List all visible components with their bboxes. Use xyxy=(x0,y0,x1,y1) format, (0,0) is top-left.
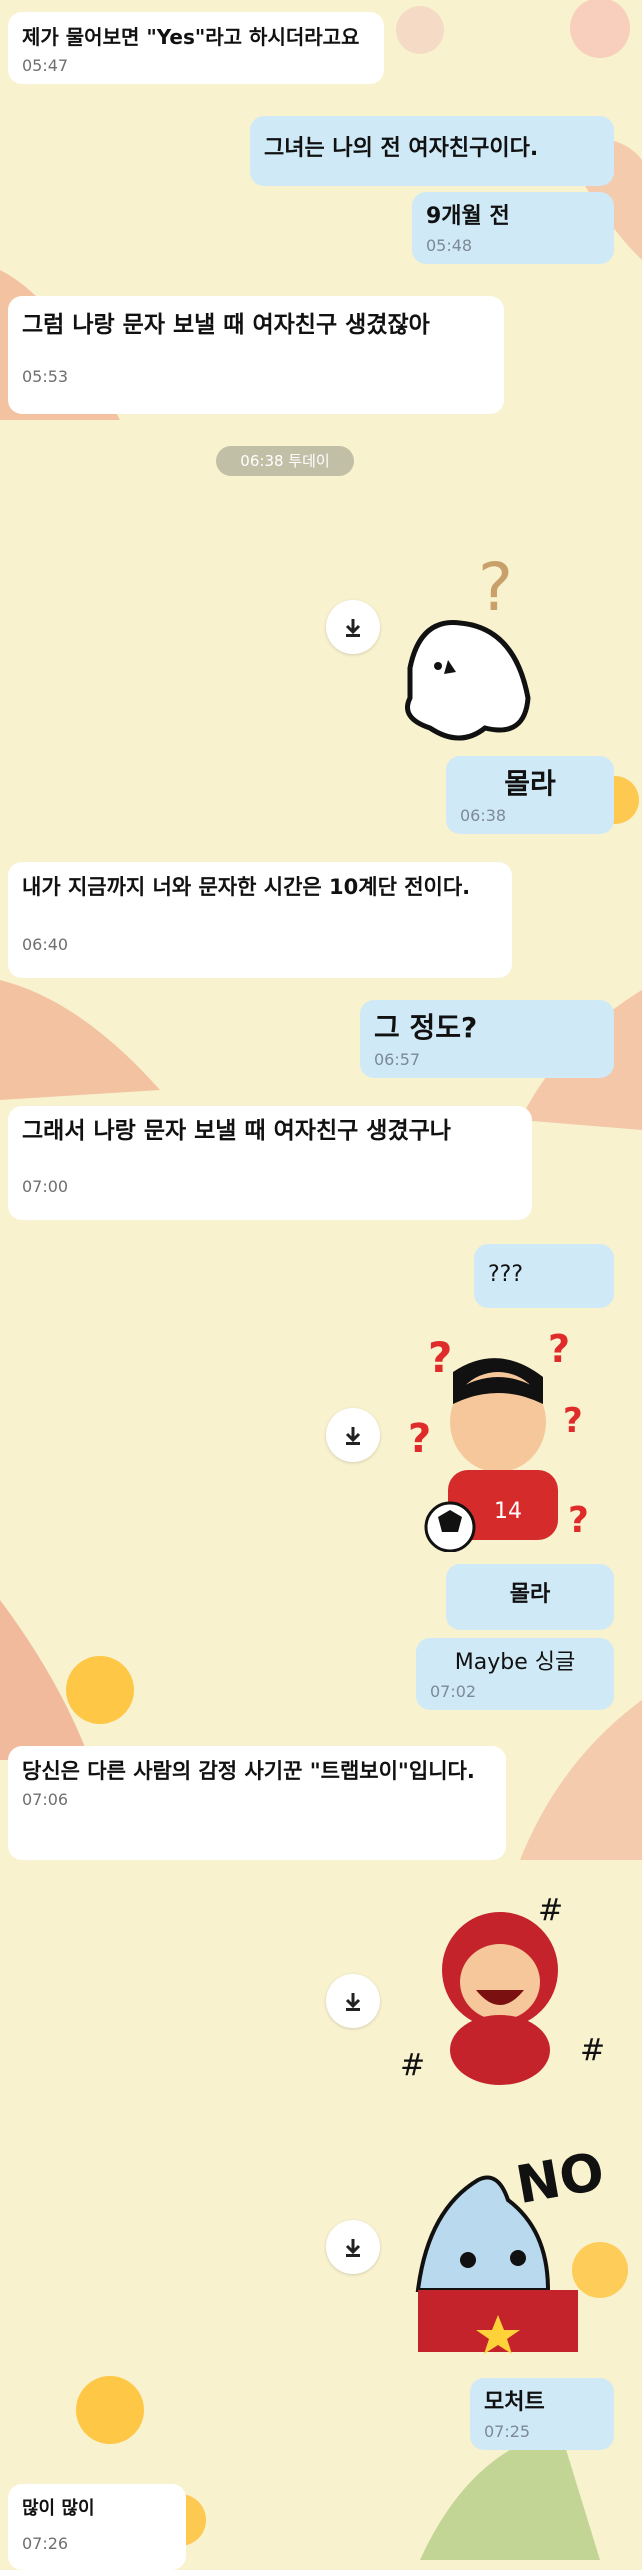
message-bubble-12[interactable]: 당신은 다른 사람의 감정 사기꾼 "트랩보이"입니다. 07:06 xyxy=(8,1746,506,1860)
message-text: 그럼 나랑 문자 보낼 때 여자친구 생겼잖아 xyxy=(22,312,430,338)
svg-text:?: ? xyxy=(568,1500,589,1541)
download-button[interactable] xyxy=(326,1408,380,1462)
message-bubble-6[interactable]: 내가 지금까지 너와 문자한 시간은 10계단 전이다. 06:40 xyxy=(8,862,512,978)
svg-text:#: # xyxy=(580,2033,605,2068)
boy-sticker[interactable]: ? ? ? ? ? 14 xyxy=(398,1322,598,1552)
message-text: 9개월 전 xyxy=(426,204,510,229)
svg-text:#: # xyxy=(400,2048,425,2083)
message-bubble-11[interactable]: Maybe 싱글 07:02 xyxy=(416,1638,614,1710)
message-text: 몰라 xyxy=(509,1582,551,1607)
message-text: ??? xyxy=(488,1262,524,1287)
message-time: 05:53 xyxy=(22,367,69,386)
message-text: 몰라 xyxy=(504,767,556,800)
message-time: 06:38 xyxy=(460,806,507,825)
message-text: Maybe 싱글 xyxy=(454,1650,576,1675)
message-time: 07:06 xyxy=(22,1790,69,1809)
shark-sticker[interactable]: NO xyxy=(398,2140,618,2360)
laughing-sticker[interactable]: # # # xyxy=(390,1890,610,2090)
message-text: 많이 많이 xyxy=(22,2498,95,2519)
message-time: 06:57 xyxy=(374,1050,421,1069)
message-text: 당신은 다른 사람의 감정 사기꾼 "트랩보이"입니다. xyxy=(22,1759,475,1783)
message-bubble-13[interactable]: 모처트 07:25 xyxy=(470,2378,614,2450)
download-icon xyxy=(345,2239,361,2257)
message-bubble-5[interactable]: 몰라 06:38 xyxy=(446,756,614,834)
message-bubble-8[interactable]: 그래서 나랑 문자 보낼 때 여자친구 생겼구나 07:00 xyxy=(8,1106,532,1220)
message-bubble-10[interactable]: 몰라 xyxy=(446,1564,614,1630)
svg-text:#: # xyxy=(538,1893,563,1928)
message-bubble-2[interactable]: 그녀는 나의 전 여자친구이다. xyxy=(250,116,614,186)
svg-text:?: ? xyxy=(408,1416,431,1462)
svg-text:?: ? xyxy=(478,549,513,626)
message-bubble-9[interactable]: ??? xyxy=(474,1244,614,1308)
message-bubble-14[interactable]: 많이 많이 07:26 xyxy=(8,2484,186,2570)
download-icon xyxy=(345,1993,361,2011)
svg-text:?: ? xyxy=(563,1401,583,1441)
message-text: 제가 물어보면 "Yes"라고 하시더라고요 xyxy=(22,25,360,49)
download-button[interactable] xyxy=(326,600,380,654)
ghost-sticker[interactable]: ? xyxy=(390,548,540,748)
message-text: 그래서 나랑 문자 보낼 때 여자친구 생겼구나 xyxy=(22,1118,451,1144)
message-time: 07:25 xyxy=(484,2422,531,2441)
message-time: 05:47 xyxy=(22,56,69,75)
download-icon xyxy=(345,1427,361,1445)
jersey-number: 14 xyxy=(494,1499,522,1524)
message-text: 그 정도? xyxy=(374,1011,478,1044)
message-time: 07:00 xyxy=(22,1177,69,1196)
svg-text:?: ? xyxy=(428,1333,452,1382)
message-text: 내가 지금까지 너와 문자한 시간은 10계단 전이다. xyxy=(22,875,471,899)
message-bubble-4[interactable]: 그럼 나랑 문자 보낼 때 여자친구 생겼잖아 05:53 xyxy=(8,296,504,414)
sticker-caption: NO xyxy=(512,2142,609,2216)
message-time: 07:02 xyxy=(430,1682,477,1701)
message-bubble-7[interactable]: 그 정도? 06:57 xyxy=(360,1000,614,1078)
message-bubble-1[interactable]: 제가 물어보면 "Yes"라고 하시더라고요 05:47 xyxy=(8,12,384,84)
download-icon xyxy=(345,619,361,637)
download-button[interactable] xyxy=(326,2220,380,2274)
message-time: 05:48 xyxy=(426,236,473,255)
download-button[interactable] xyxy=(326,1974,380,2028)
message-text: 모처트 xyxy=(484,2390,545,2415)
date-divider: 06:38 투데이 xyxy=(216,446,354,476)
message-bubble-3[interactable]: 9개월 전 05:48 xyxy=(412,192,614,264)
message-time: 07:26 xyxy=(22,2534,69,2553)
message-time: 06:40 xyxy=(22,935,69,954)
svg-text:?: ? xyxy=(548,1327,570,1371)
message-text: 그녀는 나의 전 여자친구이다. xyxy=(264,136,539,161)
